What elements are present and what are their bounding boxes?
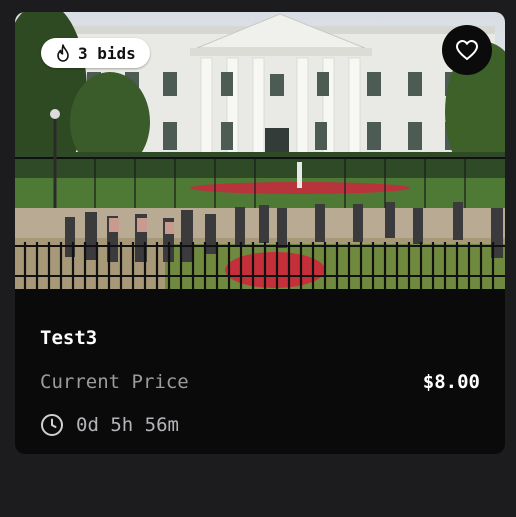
time-remaining: 0d 5h 56m [40,413,179,437]
listing-details: Test3 Current Price $8.00 0d 5h 56m [15,289,505,454]
listing-card[interactable]: 3 bids Test3 Current Price $8.00 0d 5h 5… [15,12,505,454]
time-remaining-value: 0d 5h 56m [76,414,179,436]
bids-badge: 3 bids [41,38,150,68]
current-price-value: $8.00 [422,371,480,393]
flame-icon [57,44,69,62]
clock-icon [41,414,63,436]
heart-icon [456,40,478,60]
bids-count: 3 bids [78,43,136,63]
listing-photo[interactable]: 3 bids [15,12,505,289]
listing-title[interactable]: Test3 [40,327,97,349]
favorite-button[interactable] [442,25,492,75]
current-price-label: Current Price [40,371,189,393]
